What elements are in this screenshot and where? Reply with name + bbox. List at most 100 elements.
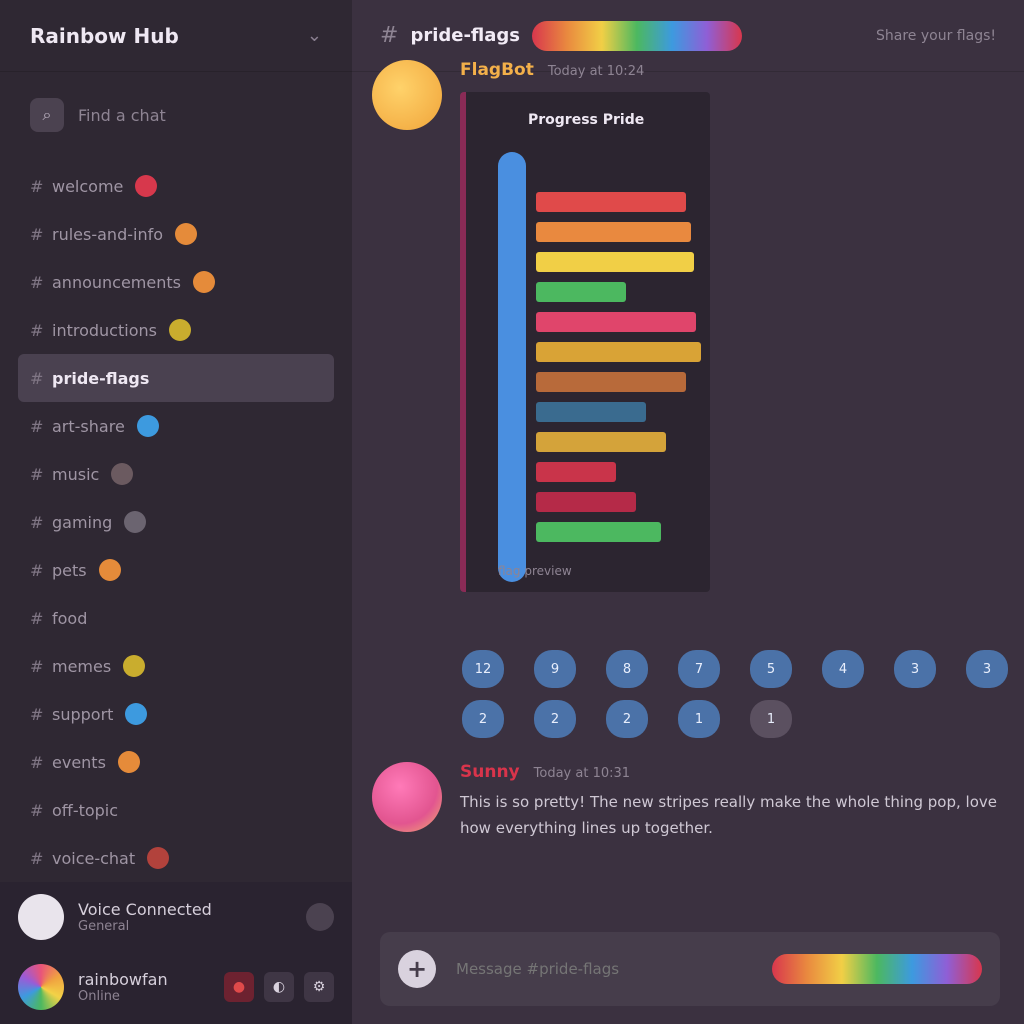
channel-item-announcements[interactable]: # announcements <box>18 258 334 306</box>
flag-stripe <box>536 252 694 272</box>
hash-icon: # <box>30 704 44 724</box>
flag-stripe <box>536 192 686 212</box>
reaction-chip[interactable]: 2 <box>462 700 504 738</box>
search-icon: ⌕ <box>30 98 64 132</box>
channel-item-voice-chat[interactable]: # voice-chat <box>18 834 334 882</box>
voice-row[interactable]: Voice Connected General <box>0 882 352 952</box>
server-header[interactable]: Rainbow Hub ⌄ <box>0 0 352 72</box>
message-composer: + <box>380 932 1000 1006</box>
message-timestamp: Today at 10:31 <box>533 766 631 781</box>
unread-badge <box>175 223 197 245</box>
hash-icon: # <box>30 512 44 532</box>
flag-stripe <box>536 222 691 242</box>
disconnect-icon[interactable] <box>306 903 334 931</box>
reaction-chip[interactable]: 7 <box>678 650 720 688</box>
unread-badge <box>192 271 215 293</box>
channel-item-pride-flags[interactable]: # pride-flags <box>18 354 334 402</box>
reaction-chip[interactable]: 9 <box>534 650 576 688</box>
channel-sidebar: Rainbow Hub ⌄ ⌕ Find a chat # welcome # rul… <box>0 0 352 1024</box>
unread-badge <box>123 655 146 677</box>
chat-main: # pride-flags Share your flags! FlagBot … <box>352 0 1024 1024</box>
hash-icon: # <box>30 848 44 868</box>
reaction-chip[interactable]: 4 <box>822 650 864 688</box>
channel-item-pets[interactable]: # pets <box>18 546 334 594</box>
channel-name: off-topic <box>52 800 119 820</box>
message-input[interactable] <box>454 959 754 979</box>
channel-item-events[interactable]: # events <box>18 738 334 786</box>
avatar <box>18 894 64 940</box>
flag-stripe <box>536 402 646 422</box>
server-name: Rainbow Hub <box>30 23 179 48</box>
reaction-chip[interactable]: 3 <box>894 650 936 688</box>
flag-stripe <box>536 372 686 392</box>
message-text: This is so pretty! The new stripes reall… <box>460 793 997 837</box>
channel-item-introductions[interactable]: # introductions <box>18 306 334 354</box>
flag-spine <box>498 152 526 582</box>
hash-icon: # <box>30 320 44 340</box>
flag-stripes <box>498 152 701 582</box>
rainbow-sticker[interactable] <box>772 954 982 984</box>
channel-name: events <box>52 752 106 772</box>
reaction-chip[interactable]: 2 <box>606 700 648 738</box>
channel-item-music[interactable]: # music <box>18 450 334 498</box>
mute-icon[interactable]: ● <box>224 972 254 1002</box>
channel-item-gaming[interactable]: # gaming <box>18 498 334 546</box>
gear-icon[interactable]: ⚙ <box>304 972 334 1002</box>
channel-name: welcome <box>52 176 124 196</box>
unread-badge <box>147 847 170 869</box>
flag-stripe <box>536 312 696 332</box>
channel-name: voice-chat <box>52 848 136 868</box>
channel-name: announcements <box>52 272 181 292</box>
channel-item-welcome[interactable]: # welcome <box>18 162 334 210</box>
current-user-row[interactable]: rainbowfan Online ● ◐ ⚙ <box>0 952 352 1022</box>
headphones-icon[interactable]: ◐ <box>264 972 294 1002</box>
channel-item-food[interactable]: # food <box>18 594 334 642</box>
message-avatar[interactable] <box>372 762 442 832</box>
flag-stripe <box>536 492 636 512</box>
search-row[interactable]: ⌕ Find a chat <box>0 72 352 142</box>
channel-name: introductions <box>52 320 157 340</box>
message-avatar[interactable] <box>372 60 442 130</box>
hash-icon: # <box>30 656 44 676</box>
flag-stripe <box>536 462 616 482</box>
reaction-chip[interactable]: 1 <box>750 700 792 738</box>
reaction-chip[interactable]: 2 <box>534 700 576 738</box>
unread-badge <box>117 751 140 773</box>
channel-name: rules-and-info <box>52 224 163 244</box>
embed-title: Progress Pride <box>528 112 645 128</box>
message-author[interactable]: Sunny <box>460 762 520 782</box>
hash-icon: # <box>30 608 44 628</box>
message-author[interactable]: FlagBot <box>460 60 534 80</box>
channel-item-memes[interactable]: # memes <box>18 642 334 690</box>
channel-item-support[interactable]: # support <box>18 690 334 738</box>
flag-stripe <box>536 432 666 452</box>
hash-icon: # <box>30 176 44 196</box>
user-avatar[interactable] <box>18 964 64 1010</box>
chevron-down-icon[interactable]: ⌄ <box>307 25 322 46</box>
unread-badge <box>125 703 148 725</box>
user-panel: Voice Connected General rainbowfan Onlin… <box>0 882 352 1024</box>
reaction-chip[interactable]: 8 <box>606 650 648 688</box>
channel-item-art-share[interactable]: # art-share <box>18 402 334 450</box>
add-attachment-icon[interactable]: + <box>398 950 436 988</box>
channel-name: food <box>52 608 88 628</box>
reaction-chip[interactable]: 3 <box>966 650 1008 688</box>
rainbow-banner <box>532 20 743 51</box>
flag-stripe <box>536 522 661 542</box>
message: Sunny Today at 10:31 This is so pretty! … <box>372 762 1000 841</box>
channel-item-rules-and-info[interactable]: # rules-and-info <box>18 210 334 258</box>
reaction-chip[interactable]: 1 <box>678 700 720 738</box>
reaction-chip[interactable]: 12 <box>462 650 504 688</box>
channel-name: gaming <box>52 512 113 532</box>
hash-icon: # <box>30 464 44 484</box>
unread-badge <box>111 463 134 485</box>
hash-icon: # <box>30 800 44 820</box>
unread-badge <box>124 511 147 533</box>
user-status: Online <box>78 989 120 1004</box>
channel-name: support <box>52 704 114 724</box>
channel-item-off-topic[interactable]: # off-topic <box>18 786 334 834</box>
username: rainbowfan <box>78 970 168 989</box>
reaction-chip[interactable]: 5 <box>750 650 792 688</box>
unread-badge <box>98 559 121 581</box>
flag-embed: Progress Pride flag preview <box>460 92 710 592</box>
